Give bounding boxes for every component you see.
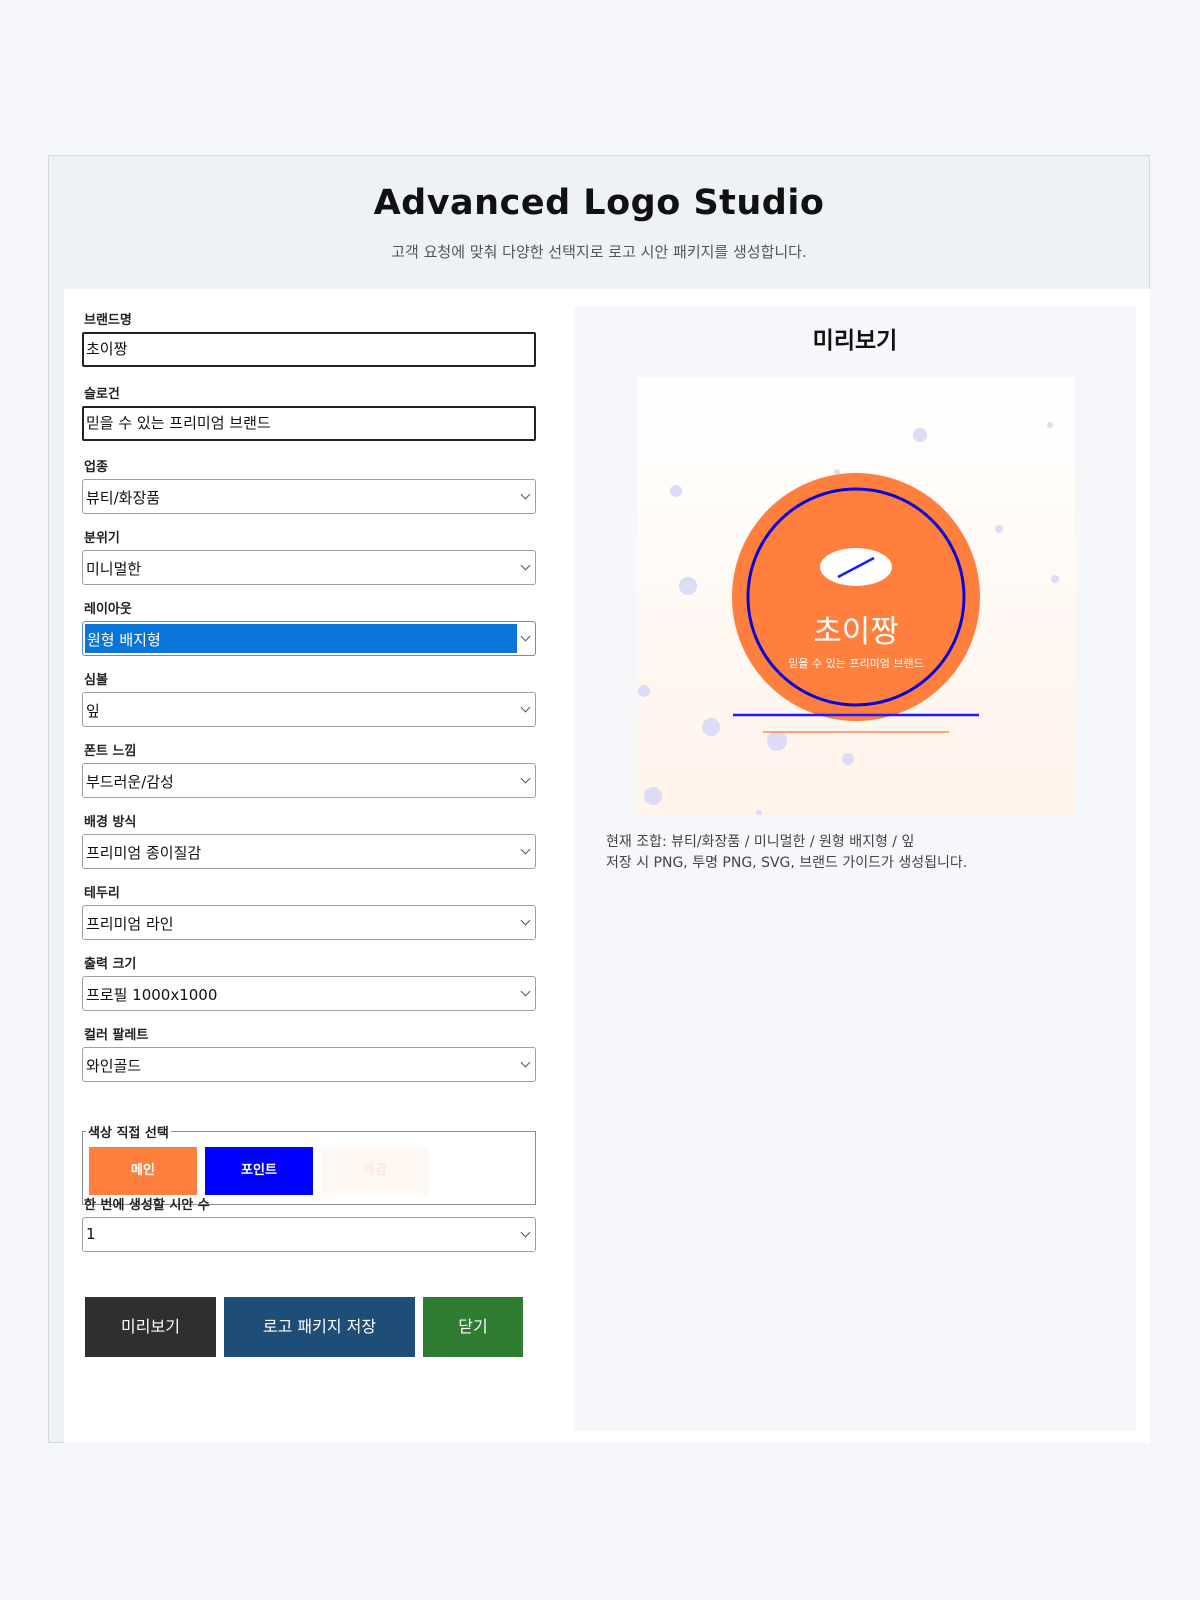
preview-button[interactable]: 미리보기 (85, 1297, 216, 1357)
preview-panel: 미리보기 초이짱 믿을 수 있는 프리미엄 브랜드 현재 조합: 뷰티/화장품 … (574, 307, 1136, 1431)
combo-summary: 현재 조합: 뷰티/화장품 / 미니멀한 / 원형 배지형 / 잎 저장 시 P… (606, 832, 967, 874)
form-panel: 브랜드명 초이짱 슬로건 믿을 수 있는 프리미엄 브랜드 업종 뷰티/화장품 … (64, 289, 554, 1443)
symbol-label: 심볼 (84, 673, 108, 688)
palette-value: 와인골드 (86, 1057, 142, 1075)
logo-brand-name: 초이짱 (813, 614, 899, 650)
chevron-down-icon (520, 844, 531, 855)
brand-label: 브랜드명 (84, 313, 132, 328)
badge-circle (732, 473, 980, 721)
chevron-down-icon (520, 915, 531, 926)
layout-value: 원형 배지형 (87, 631, 161, 649)
count-label: 한 번에 생성할 시안 수 (84, 1198, 210, 1213)
chevron-down-icon (520, 489, 531, 500)
body-area: 브랜드명 초이짱 슬로건 믿을 수 있는 프리미엄 브랜드 업종 뷰티/화장품 … (64, 289, 1150, 1443)
mood-label: 분위기 (84, 531, 120, 546)
border-value: 프리미엄 라인 (86, 915, 174, 933)
bg-color-swatch[interactable]: 배경 (321, 1147, 429, 1195)
chevron-down-icon (520, 1227, 531, 1238)
background-label: 배경 방식 (84, 815, 137, 830)
mood-value: 미니멀한 (86, 560, 142, 578)
palette-label: 컬러 팔레트 (84, 1028, 149, 1043)
export-note: 저장 시 PNG, 투명 PNG, SVG, 브랜드 가이드가 생성됩니다. (606, 855, 968, 871)
chevron-down-icon (520, 986, 531, 997)
chevron-down-icon (520, 631, 531, 642)
font-value: 부드러운/감성 (86, 773, 174, 791)
page-title: Advanced Logo Studio (373, 183, 825, 223)
industry-value: 뷰티/화장품 (86, 489, 161, 507)
font-select[interactable]: 부드러운/감성 (82, 763, 536, 798)
point-color-swatch[interactable]: 포인트 (205, 1147, 313, 1195)
color-legend: 색상 직접 선택 (86, 1122, 171, 1141)
mood-select[interactable]: 미니멀한 (82, 550, 536, 585)
slogan-label: 슬로건 (84, 387, 120, 402)
slogan-input[interactable]: 믿을 수 있는 프리미엄 브랜드 (82, 406, 536, 441)
layout-select[interactable]: 원형 배지형 (82, 621, 536, 656)
industry-label: 업종 (84, 460, 108, 475)
symbol-value: 잎 (86, 702, 100, 720)
background-select[interactable]: 프리미엄 종이질감 (82, 834, 536, 869)
chevron-down-icon (520, 1057, 531, 1068)
leaf-icon (820, 548, 892, 586)
logo-slogan: 믿을 수 있는 프리미엄 브랜드 (788, 657, 923, 670)
logo-studio-window: Advanced Logo Studio 고객 요청에 맞춰 다양한 선택지로 … (48, 155, 1150, 1443)
count-value: 1 (86, 1225, 96, 1243)
page-subtitle: 고객 요청에 맞춰 다양한 선택지로 로고 시안 패키지를 생성합니다. (391, 243, 807, 261)
font-label: 폰트 느낌 (84, 744, 137, 759)
border-select[interactable]: 프리미엄 라인 (82, 905, 536, 940)
layout-label: 레이아웃 (84, 602, 132, 617)
header: Advanced Logo Studio 고객 요청에 맞춰 다양한 선택지로 … (49, 156, 1149, 289)
chevron-down-icon (520, 702, 531, 713)
size-value: 프로필 1000x1000 (86, 986, 218, 1004)
palette-select[interactable]: 와인골드 (82, 1047, 536, 1082)
combo-line: 현재 조합: 뷰티/화장품 / 미니멀한 / 원형 배지형 / 잎 (606, 834, 915, 850)
size-select[interactable]: 프로필 1000x1000 (82, 976, 536, 1011)
main-color-swatch[interactable]: 메인 (89, 1147, 197, 1195)
chevron-down-icon (520, 773, 531, 784)
brand-input[interactable]: 초이짱 (82, 332, 536, 367)
layout-highlight: 원형 배지형 (85, 624, 517, 653)
close-button[interactable]: 닫기 (423, 1297, 523, 1357)
save-package-button[interactable]: 로고 패키지 저장 (224, 1297, 415, 1357)
size-label: 출력 크기 (84, 957, 137, 972)
symbol-select[interactable]: 잎 (82, 692, 536, 727)
background-value: 프리미엄 종이질감 (86, 844, 202, 862)
logo-preview: 초이짱 믿을 수 있는 프리미엄 브랜드 (637, 377, 1075, 815)
border-label: 테두리 (84, 886, 120, 901)
count-select[interactable]: 1 (82, 1217, 536, 1252)
chevron-down-icon (520, 560, 531, 571)
preview-title: 미리보기 (812, 328, 898, 354)
industry-select[interactable]: 뷰티/화장품 (82, 479, 536, 514)
